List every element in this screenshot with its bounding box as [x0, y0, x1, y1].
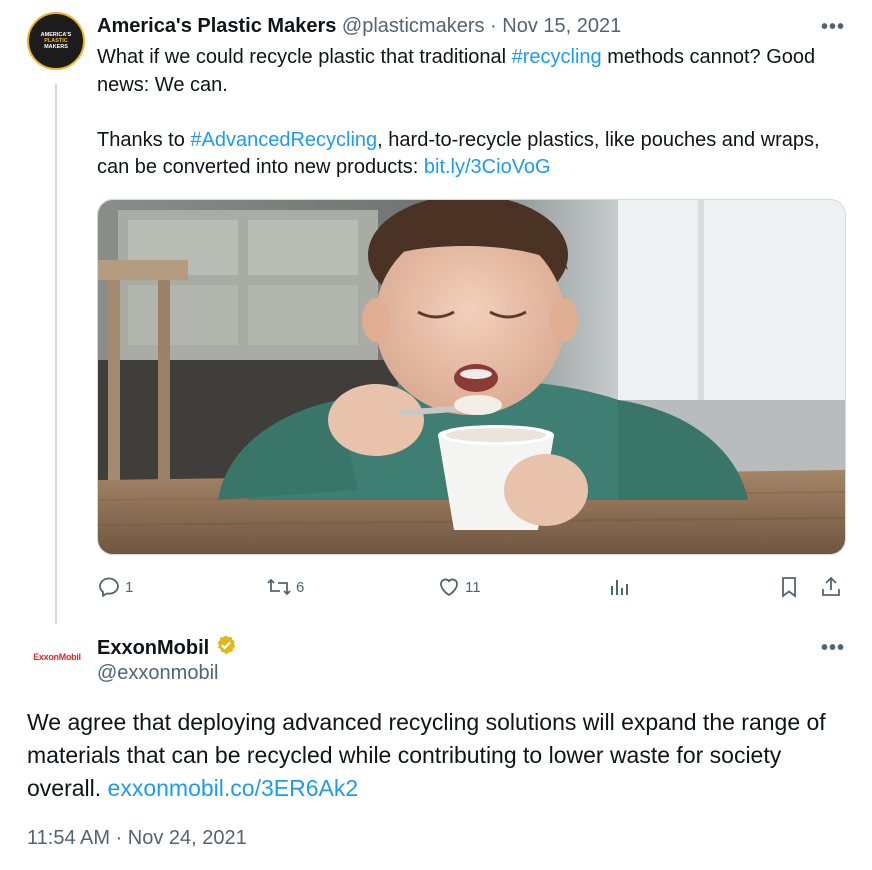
- tweet-actions: 1 6 11: [0, 575, 872, 601]
- avatar-text: MAKERS: [44, 44, 68, 50]
- bookmark-icon: [782, 577, 796, 598]
- more-icon[interactable]: •••: [821, 638, 845, 658]
- tweet-paragraph: Thanks to #AdvancedRecycling, hard-to-re…: [97, 127, 857, 182]
- reply-button[interactable]: 1: [97, 575, 133, 599]
- tweet-photo[interactable]: [97, 199, 846, 555]
- text-segment: What if we could recycle plastic that tr…: [97, 46, 512, 68]
- like-icon: [440, 578, 458, 597]
- retweet-count: 6: [296, 578, 305, 596]
- reply-icon: [99, 577, 119, 598]
- avatar[interactable]: ExxonMobil: [28, 638, 86, 676]
- hashtag-link[interactable]: #recycling: [512, 46, 602, 68]
- hashtag-link[interactable]: #AdvancedRecycling: [190, 129, 377, 151]
- tweet-header: ExxonMobil: [97, 634, 237, 662]
- author-name[interactable]: America's Plastic Makers: [97, 15, 336, 37]
- share-button[interactable]: [819, 575, 843, 599]
- exxonmobil-logo: ExxonMobil: [33, 652, 81, 662]
- views-button[interactable]: [607, 575, 631, 599]
- share-icon: [822, 576, 840, 596]
- tweet-text: What if we could recycle plastic that tr…: [97, 44, 857, 182]
- tweet-date[interactable]: Nov 15, 2021: [502, 15, 621, 37]
- author-handle[interactable]: @exxonmobil: [97, 662, 218, 685]
- retweet-button[interactable]: 6: [266, 575, 304, 599]
- retweet-icon: [267, 578, 291, 596]
- tweet-header: America's Plastic Makers @plasticmakers …: [97, 15, 621, 38]
- tweet-timestamp[interactable]: 11:54 AM · Nov 24, 2021: [27, 827, 247, 850]
- bookmark-button[interactable]: [777, 575, 801, 599]
- child-eating-yogurt-image: [98, 200, 845, 554]
- thread-line: [55, 84, 57, 624]
- views-icon: [611, 580, 628, 595]
- like-button[interactable]: 11: [437, 575, 481, 599]
- tweet-text: We agree that deploying advanced recycli…: [27, 706, 857, 805]
- url-link[interactable]: bit.ly/3CioVoG: [424, 156, 551, 178]
- avatar[interactable]: AMERICA'S PLASTIC MAKERS: [27, 12, 85, 70]
- verified-badge-icon: [215, 634, 237, 662]
- author-handle[interactable]: @plasticmakers: [342, 15, 485, 37]
- like-count: 11: [465, 578, 481, 596]
- author-name[interactable]: ExxonMobil: [97, 637, 209, 660]
- url-link[interactable]: exxonmobil.co/3ER6Ak2: [108, 775, 359, 801]
- reply-count: 1: [125, 578, 134, 596]
- tweet-paragraph: What if we could recycle plastic that tr…: [97, 44, 857, 99]
- text-segment: Thanks to: [97, 128, 191, 151]
- separator: ·: [484, 15, 503, 37]
- more-icon[interactable]: •••: [821, 17, 845, 37]
